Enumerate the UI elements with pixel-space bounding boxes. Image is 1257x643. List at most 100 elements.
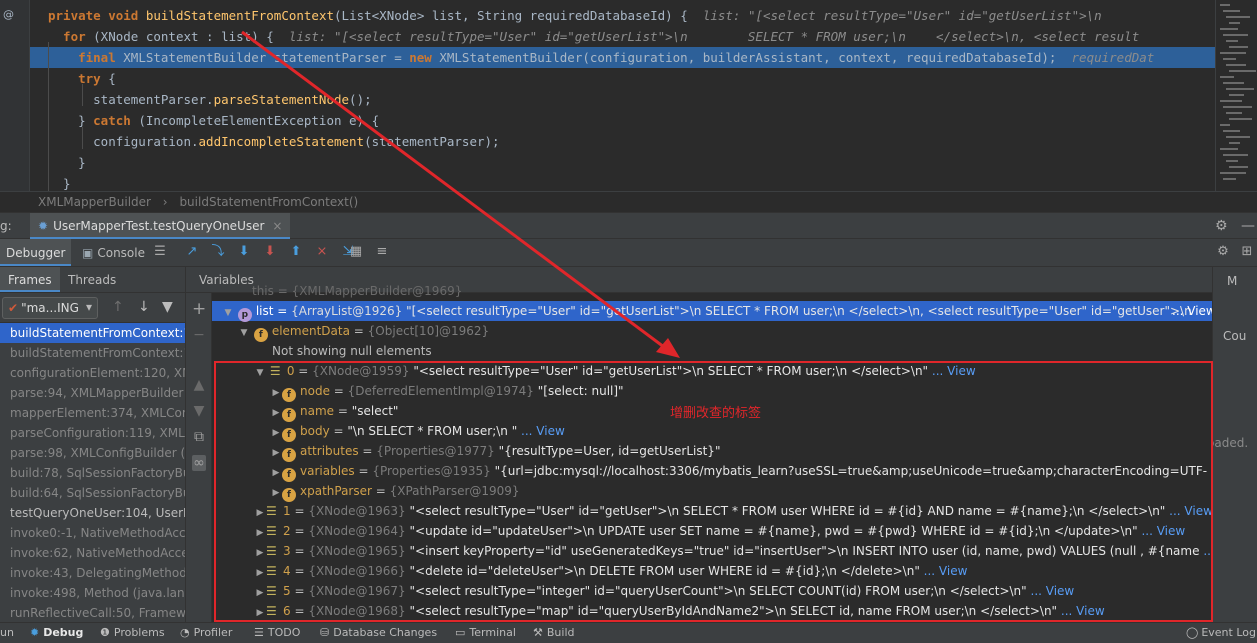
variable-field-row[interactable]: ▶ f variables = {Properties@1935} "{url=jd… (212, 461, 1212, 482)
code-editor[interactable]: @ private void buildStatementFromContext… (0, 0, 1257, 191)
chevron-down-icon[interactable]: ▼ (238, 323, 250, 343)
variable-item-row[interactable]: ▶ ☰ 3 = {XNode@1965} "<insert keyProperty=… (212, 541, 1212, 561)
view-link[interactable]: ... View (521, 424, 565, 438)
code-line[interactable]: private void buildStatementFromContext(L… (30, 5, 1215, 26)
variable-elementdata-row[interactable]: ▼ f elementData = {Object[10]@1962} (212, 321, 1212, 343)
debug-session-tab[interactable]: ✹ UserMapperTest.testQueryOneUser × (30, 213, 291, 239)
variable-field-row[interactable]: ▶ f body = "\n SELECT * FROM user;\n " ...… (212, 421, 1212, 443)
variable-list-row[interactable]: ▼ p list = {ArrayList@1926} "[<select res… (212, 301, 1212, 323)
settings-icon[interactable]: ⚙ (1215, 244, 1231, 260)
view-link[interactable]: ... View (1169, 504, 1212, 518)
chevron-right-icon[interactable]: ▶ (254, 583, 266, 603)
frame-item[interactable]: build:64, SqlSessionFactoryBu (0, 483, 185, 503)
frame-item[interactable]: invoke:43, DelegatingMethodA (0, 563, 185, 583)
chevron-right-icon[interactable]: ▶ (254, 523, 266, 543)
variable-item-row[interactable]: ▶ ☰ 5 = {XNode@1967} "<select resultType="… (212, 581, 1212, 601)
filter-icon[interactable]: ▼ (162, 299, 173, 315)
menu-icon[interactable]: ☰ (152, 244, 168, 260)
chevron-down-icon[interactable]: ▼ (222, 303, 234, 323)
editor-gutter[interactable]: @ (0, 0, 30, 191)
code-line[interactable]: configuration.addIncompleteStatement(sta… (30, 131, 1215, 152)
debug-tool-button[interactable]: ✹ Debug (30, 626, 83, 639)
chevron-right-icon[interactable]: ▶ (270, 423, 282, 443)
frame-item[interactable]: invoke:62, NativeMethodAcces (0, 543, 185, 563)
profiler-tool-button[interactable]: ◔ Profiler (180, 626, 232, 639)
code-line[interactable]: for (XNode context : list) { list: "[<se… (30, 26, 1215, 47)
gear-icon[interactable]: ⚙ (1215, 218, 1228, 234)
glasses-icon[interactable]: ∞ (192, 455, 206, 471)
frame-item[interactable]: build:78, SqlSessionFactoryBu (0, 463, 185, 483)
tab-console[interactable]: ▣ Console (76, 239, 151, 266)
code-line[interactable]: } (30, 152, 1215, 173)
breadcrumb-method[interactable]: buildStatementFromContext() (179, 195, 358, 209)
frame-item[interactable]: buildStatementFromContext:13 (0, 343, 185, 363)
view-link[interactable]: ... View (1172, 301, 1212, 321)
force-step-into-icon[interactable]: ⬇ (262, 244, 278, 260)
frame-item[interactable]: buildStatementFromContext:13 (0, 323, 185, 343)
chevron-right-icon[interactable]: ▶ (254, 503, 266, 523)
tab-frames[interactable]: Frames (0, 267, 60, 292)
variable-item-row[interactable]: ▶ ☰ 1 = {XNode@1963} "<select resultType="… (212, 501, 1212, 521)
code-line[interactable]: try { (30, 68, 1215, 89)
code-line[interactable]: } catch (IncompleteElementException e) { (30, 110, 1215, 131)
layout-icon[interactable]: ⊞ (1239, 244, 1255, 260)
view-link[interactable]: ... View (1141, 524, 1185, 538)
add-icon[interactable]: + (192, 299, 206, 319)
close-icon[interactable]: × (272, 219, 282, 233)
frame-item[interactable]: invoke:498, Method (java.lang (0, 583, 185, 603)
problems-tool-button[interactable]: ❶ Problems (100, 626, 165, 639)
move-up-icon[interactable]: ▲ (192, 377, 206, 393)
code-line[interactable]: } (30, 173, 1215, 191)
frame-item[interactable]: parse:94, XMLMapperBuilder (0, 383, 185, 403)
view-link[interactable]: ... View (1031, 584, 1075, 598)
database-changes-tool-button[interactable]: ⛁ Database Changes (320, 626, 437, 639)
arrow-up-icon[interactable]: ↑ (112, 299, 124, 315)
chevron-right-icon[interactable]: ▶ (254, 603, 266, 622)
code-line[interactable]: final XMLStatementBuilder statementParse… (30, 47, 1215, 68)
terminal-tool-button[interactable]: ▭ Terminal (455, 626, 516, 639)
thread-select[interactable]: ✔ "ma...ING ▾ (2, 297, 98, 319)
event-log-button[interactable]: ◯ Event Log (1186, 626, 1256, 639)
evaluate-expression-icon[interactable]: ▦ (348, 244, 364, 260)
move-down-icon[interactable]: ▼ (192, 403, 206, 419)
todo-tool-button[interactable]: ☰ TODO (254, 626, 300, 639)
remove-icon[interactable]: − (192, 327, 206, 343)
variable-item-row[interactable]: ▶ ☰ 2 = {XNode@1964} "<update id="updateUs… (212, 521, 1212, 541)
variable-item-row[interactable]: ▶ ☰ 4 = {XNode@1966} "<delete id="deleteUs… (212, 561, 1212, 581)
view-link[interactable]: ... View (932, 364, 976, 378)
tab-threads[interactable]: Threads (60, 267, 124, 292)
frame-item[interactable]: invoke0:-1, NativeMethodAcce (0, 523, 185, 543)
chevron-right-icon[interactable]: ▶ (270, 383, 282, 403)
copy-icon[interactable]: ⧉ (192, 429, 206, 445)
editor-minimap[interactable] (1215, 0, 1257, 191)
step-into-icon[interactable]: ⬇ (236, 244, 252, 260)
step-over-icon[interactable]: ⤵ (210, 244, 226, 260)
frame-item[interactable]: parse:98, XMLConfigBuilder (c (0, 443, 185, 463)
frame-item[interactable]: configurationElement:120, XMl (0, 363, 185, 383)
variable-item-0-row[interactable]: ▼ ☰ 0 = {XNode@1959} "<select resultType=… (212, 361, 1212, 381)
breadcrumb-class[interactable]: XMLMapperBuilder (38, 195, 151, 209)
arrow-down-icon[interactable]: ↓ (138, 299, 150, 315)
view-link[interactable]: ... View (1203, 544, 1212, 558)
view-link[interactable]: ... View (924, 564, 968, 578)
chevron-right-icon[interactable]: ▶ (270, 403, 282, 423)
chevron-right-icon[interactable]: ▶ (270, 443, 282, 463)
build-tool-button[interactable]: ⚒ Build (533, 626, 575, 639)
code-line[interactable]: statementParser.parseStatementNode(); (30, 89, 1215, 110)
frame-item[interactable]: testQueryOneUser:104, UserM (0, 503, 185, 523)
frame-item[interactable]: runReflectiveCall:50, Framewo (0, 603, 185, 622)
variable-field-row[interactable]: ▶ f attributes = {Properties@1977} "{resul… (212, 441, 1212, 463)
show-execution-point-icon[interactable]: ↗ (184, 244, 200, 260)
frame-item[interactable]: mapperElement:374, XMLConf (0, 403, 185, 423)
view-link[interactable]: ... View (1061, 604, 1105, 618)
frame-item[interactable]: parseConfiguration:119, XMLC (0, 423, 185, 443)
more-icon[interactable]: ≡ (374, 244, 390, 260)
run-tool-button[interactable]: un (0, 626, 14, 639)
minimize-icon[interactable]: — (1241, 218, 1255, 234)
variable-field-row[interactable]: ▶ f node = {DeferredElementImpl@1974} "[se… (212, 381, 1212, 403)
chevron-right-icon[interactable]: ▶ (254, 543, 266, 563)
step-out-icon[interactable]: ⬆ (288, 244, 304, 260)
variable-field-row[interactable]: ▶ f xpathParser = {XPathParser@1909} (212, 481, 1212, 503)
chevron-right-icon[interactable]: ▶ (270, 483, 282, 503)
tab-debugger[interactable]: Debugger (0, 239, 72, 266)
